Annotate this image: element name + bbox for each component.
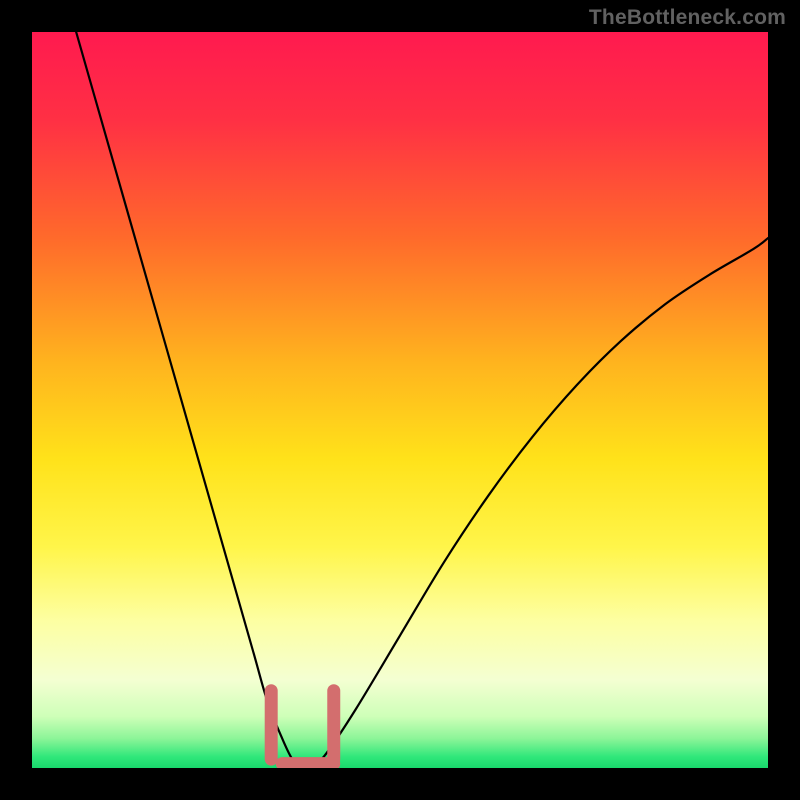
bottleneck-curve xyxy=(32,32,768,768)
chart-frame: TheBottleneck.com xyxy=(0,0,800,800)
plot-area xyxy=(32,32,768,768)
attribution-label: TheBottleneck.com xyxy=(589,6,786,30)
